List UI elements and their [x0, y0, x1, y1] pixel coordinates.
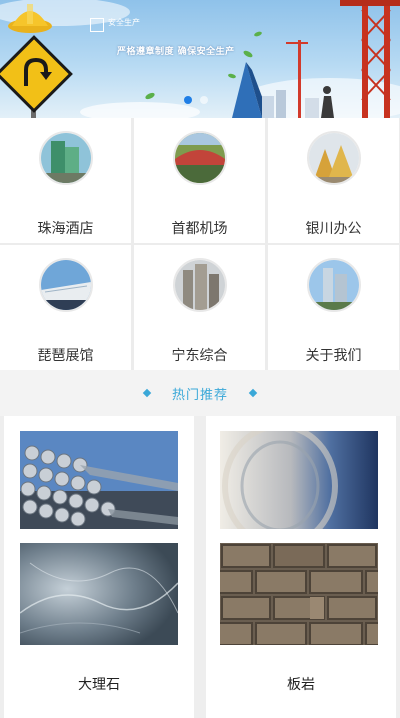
category-item-yinchuan-office[interactable]: 银川办公 [268, 118, 399, 243]
steel-coil-image[interactable] [220, 431, 378, 529]
about-us-thumb [307, 258, 361, 312]
exhibition-hall-thumb [39, 258, 93, 312]
airport-thumb [173, 131, 227, 185]
category-label: 银川办公 [305, 221, 362, 237]
carousel-dot[interactable] [184, 96, 192, 104]
complex-building-thumb [173, 258, 227, 312]
category-item-zhuhai-hotel[interactable]: 珠海酒店 [0, 118, 131, 243]
slate-image[interactable] [220, 543, 378, 645]
hero-banner[interactable]: 安全生产 严格遵章制度 确保安全生产 [0, 0, 400, 118]
category-label: 珠海酒店 [37, 221, 94, 237]
product-name[interactable]: 大理石 [4, 674, 194, 694]
category-label: 琵琶展馆 [37, 348, 94, 364]
carousel-dot[interactable] [200, 96, 208, 104]
carousel-dots [184, 96, 208, 104]
office-thumb [307, 131, 361, 185]
category-item-pipa-exhibition[interactable]: 琵琶展馆 [0, 245, 131, 370]
category-item-about-us[interactable]: 关于我们 [268, 245, 399, 370]
category-item-ningdong-complex[interactable]: 宁东综合 [134, 245, 265, 370]
product-list: 大理石 板岩 [0, 416, 400, 718]
safety-logo-icon [90, 18, 104, 32]
product-name[interactable]: 板岩 [206, 674, 396, 694]
steel-pipes-image[interactable] [20, 431, 178, 529]
category-item-capital-airport[interactable]: 首都机场 [134, 118, 265, 243]
section-header-hot-recommend: 热门推荐 [0, 370, 400, 416]
category-label: 关于我们 [305, 348, 362, 364]
diamond-icon [248, 388, 258, 398]
category-label: 首都机场 [171, 221, 228, 237]
marble-image[interactable] [20, 543, 178, 645]
product-card-left: 大理石 [4, 416, 194, 718]
category-label: 宁东综合 [171, 348, 228, 364]
product-card-right: 板岩 [206, 416, 396, 718]
diamond-icon [142, 388, 152, 398]
section-title: 热门推荐 [171, 387, 228, 403]
banner-slogan: 严格遵章制度 确保安全生产 [117, 47, 235, 57]
hotel-building-thumb [39, 131, 93, 185]
banner-logo-text: 安全生产 [108, 18, 140, 27]
category-grid: 珠海酒店 首都机场 银川办公 琵琶展馆 宁东综合 关于我们 [0, 118, 400, 370]
